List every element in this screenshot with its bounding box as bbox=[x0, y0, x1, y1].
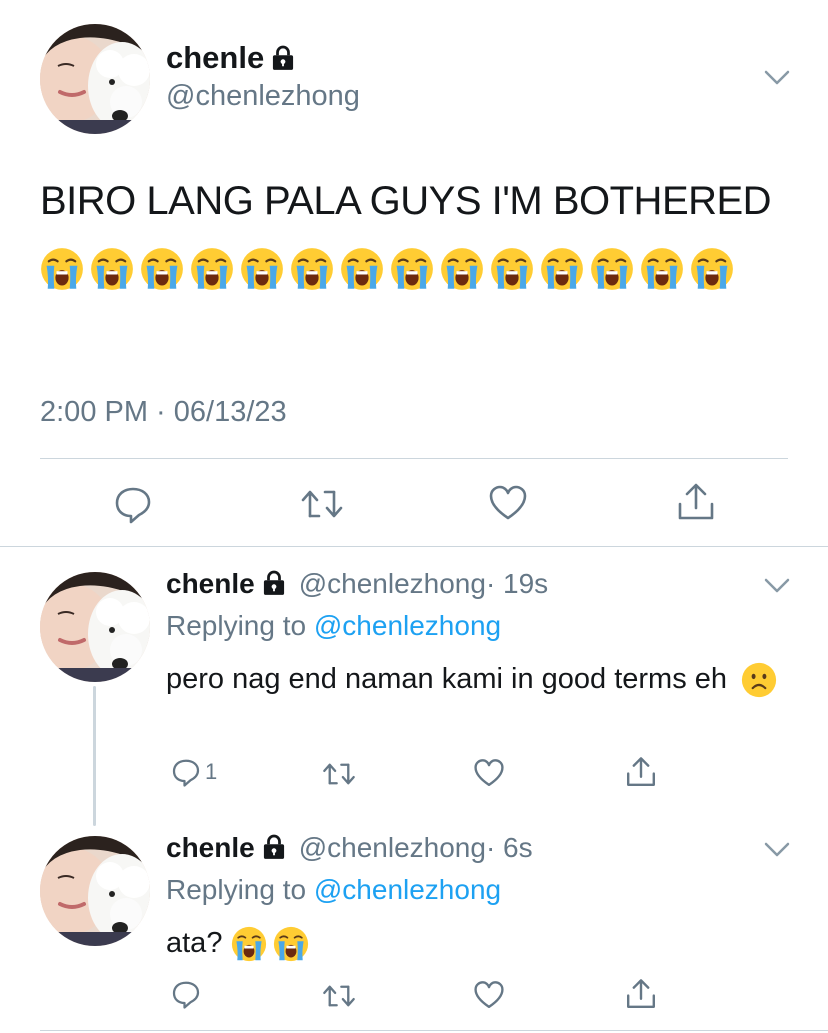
retweet-button[interactable] bbox=[322, 760, 356, 788]
reply-time: · 6s bbox=[485, 832, 533, 863]
replying-prefix: Replying to bbox=[166, 874, 307, 905]
thread-line bbox=[93, 686, 96, 826]
loudly-crying-face-emoji bbox=[40, 247, 84, 291]
handle[interactable]: @chenlezhong bbox=[166, 80, 360, 113]
lock-icon bbox=[263, 570, 285, 596]
loudly-crying-face-emoji bbox=[190, 247, 234, 291]
retweet-icon bbox=[323, 985, 355, 1007]
replying-to: Replying to @chenlezhong bbox=[166, 874, 501, 906]
tweet-text-content: BIRO LANG PALA GUYS I'M BOTHERED bbox=[40, 179, 772, 223]
loudly-crying-face-emoji bbox=[273, 926, 309, 962]
chevron-down-icon[interactable] bbox=[764, 70, 790, 86]
share-button[interactable] bbox=[625, 756, 657, 788]
loudly-crying-face-emoji bbox=[690, 247, 734, 291]
tweet-text: BIRO LANG PALA GUYS I'M BOTHERED bbox=[40, 168, 800, 300]
timestamp[interactable]: 2:00 PM · 06/13/23 bbox=[40, 396, 287, 429]
replying-to: Replying to @chenlezhong bbox=[166, 610, 501, 642]
loudly-crying-face-emoji bbox=[140, 247, 184, 291]
loudly-crying-face-emoji bbox=[240, 247, 284, 291]
reply-button[interactable]: 1 bbox=[171, 757, 217, 787]
loudly-crying-face-emoji bbox=[490, 247, 534, 291]
loudly-crying-face-emoji bbox=[590, 247, 634, 291]
section-divider bbox=[0, 546, 828, 547]
display-name[interactable]: chenle bbox=[166, 832, 255, 863]
loudly-crying-face-emoji bbox=[340, 247, 384, 291]
frowning-face-emoji bbox=[741, 662, 777, 698]
heart-icon bbox=[474, 981, 504, 1009]
display-name-text: chenle bbox=[166, 40, 265, 75]
avatar[interactable] bbox=[40, 24, 150, 134]
like-button[interactable] bbox=[473, 758, 505, 788]
reply-text-content: ata? bbox=[166, 927, 223, 959]
loudly-crying-face-emoji bbox=[290, 247, 334, 291]
divider bbox=[40, 458, 788, 459]
heart-icon bbox=[489, 485, 527, 520]
reply-icon bbox=[172, 759, 200, 787]
reply-button[interactable] bbox=[113, 484, 153, 524]
reply-button[interactable] bbox=[171, 979, 201, 1009]
avatar[interactable] bbox=[40, 836, 150, 946]
handle[interactable]: @chenlezhong bbox=[299, 832, 486, 863]
retweet-button[interactable] bbox=[322, 982, 356, 1010]
display-name[interactable]: chenle bbox=[166, 40, 294, 76]
loudly-crying-face-emoji bbox=[231, 926, 267, 962]
reply-text: pero nag end naman kami in good terms eh bbox=[166, 658, 786, 700]
retweet-button[interactable] bbox=[300, 486, 344, 522]
reply-icon bbox=[115, 487, 151, 524]
reply-header: chenle @chenlezhong· 19s bbox=[166, 568, 548, 600]
reply-count: 1 bbox=[205, 759, 218, 784]
mention-link[interactable]: @chenlezhong bbox=[314, 874, 501, 905]
chevron-down-icon[interactable] bbox=[764, 578, 790, 594]
share-icon bbox=[678, 483, 714, 520]
reply-icon bbox=[172, 981, 200, 1009]
loudly-crying-face-emoji bbox=[440, 247, 484, 291]
emoji-row bbox=[231, 927, 315, 959]
share-icon bbox=[627, 757, 655, 786]
display-name[interactable]: chenle bbox=[166, 568, 255, 599]
retweet-icon bbox=[323, 763, 355, 785]
heart-icon bbox=[474, 759, 504, 787]
share-button[interactable] bbox=[625, 978, 657, 1010]
share-button[interactable] bbox=[676, 482, 716, 522]
retweet-icon bbox=[301, 490, 343, 518]
mention-link[interactable]: @chenlezhong bbox=[314, 610, 501, 641]
share-icon bbox=[627, 979, 655, 1008]
like-button[interactable] bbox=[488, 484, 528, 522]
like-button[interactable] bbox=[473, 980, 505, 1010]
reply-header: chenle @chenlezhong· 6s bbox=[166, 832, 533, 864]
avatar[interactable] bbox=[40, 572, 150, 682]
loudly-crying-face-emoji bbox=[90, 247, 134, 291]
replying-prefix: Replying to bbox=[166, 610, 307, 641]
loudly-crying-face-emoji bbox=[390, 247, 434, 291]
loudly-crying-face-emoji bbox=[540, 247, 584, 291]
reply-text: ata? bbox=[166, 922, 786, 964]
lock-icon bbox=[272, 45, 294, 71]
chevron-down-icon[interactable] bbox=[764, 842, 790, 858]
loudly-crying-face-emoji bbox=[640, 247, 684, 291]
emoji-row bbox=[40, 245, 740, 289]
reply-time: · 19s bbox=[485, 568, 549, 599]
reply-text-content: pero nag end naman kami in good terms eh bbox=[166, 663, 728, 695]
lock-icon bbox=[263, 834, 285, 860]
bottom-divider bbox=[40, 1030, 828, 1031]
handle[interactable]: @chenlezhong bbox=[299, 568, 486, 599]
